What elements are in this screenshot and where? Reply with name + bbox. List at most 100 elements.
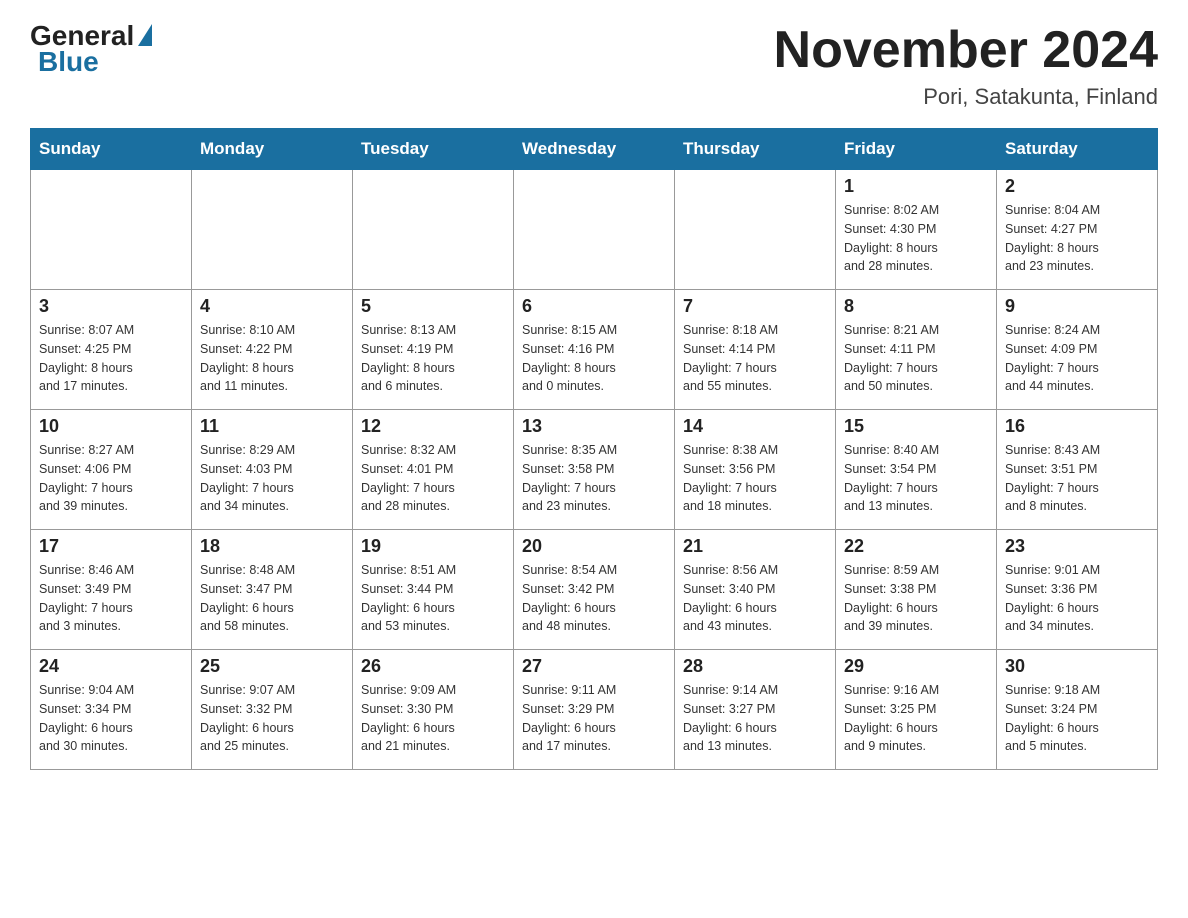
calendar-cell: 26 Sunrise: 9:09 AM Sunset: 3:30 PM Dayli… <box>353 650 514 770</box>
calendar-cell: 19 Sunrise: 8:51 AM Sunset: 3:44 PM Dayli… <box>353 530 514 650</box>
day-number: 5 <box>361 296 505 317</box>
calendar-cell: 1Sunrise: 8:02 AM Sunset: 4:30 PM Daylig… <box>836 170 997 290</box>
calendar-cell: 20 Sunrise: 8:54 AM Sunset: 3:42 PM Dayli… <box>514 530 675 650</box>
day-number: 7 <box>683 296 827 317</box>
day-number: 21 <box>683 536 827 557</box>
day-number: 28 <box>683 656 827 677</box>
logo-blue: Blue <box>38 46 99 78</box>
day-number: 25 <box>200 656 344 677</box>
day-info: Sunrise: 8:04 AM Sunset: 4:27 PM Dayligh… <box>1005 201 1149 276</box>
day-number: 27 <box>522 656 666 677</box>
day-info: Sunrise: 8:51 AM Sunset: 3:44 PM Dayligh… <box>361 561 505 636</box>
calendar-cell: 25 Sunrise: 9:07 AM Sunset: 3:32 PM Dayli… <box>192 650 353 770</box>
day-number: 18 <box>200 536 344 557</box>
calendar-cell: 14 Sunrise: 8:38 AM Sunset: 3:56 PM Dayli… <box>675 410 836 530</box>
calendar-cell: 30 Sunrise: 9:18 AM Sunset: 3:24 PM Dayli… <box>997 650 1158 770</box>
calendar-cell: 8 Sunrise: 8:21 AM Sunset: 4:11 PM Daylig… <box>836 290 997 410</box>
day-info: Sunrise: 8:38 AM Sunset: 3:56 PM Dayligh… <box>683 441 827 516</box>
calendar-cell: 10 Sunrise: 8:27 AM Sunset: 4:06 PM Dayli… <box>31 410 192 530</box>
day-number: 15 <box>844 416 988 437</box>
col-header-tuesday: Tuesday <box>353 129 514 170</box>
calendar-cell: 24 Sunrise: 9:04 AM Sunset: 3:34 PM Dayli… <box>31 650 192 770</box>
calendar-cell: 21 Sunrise: 8:56 AM Sunset: 3:40 PM Dayli… <box>675 530 836 650</box>
day-info: Sunrise: 8:32 AM Sunset: 4:01 PM Dayligh… <box>361 441 505 516</box>
day-number: 16 <box>1005 416 1149 437</box>
day-info: Sunrise: 8:27 AM Sunset: 4:06 PM Dayligh… <box>39 441 183 516</box>
day-info: Sunrise: 8:07 AM Sunset: 4:25 PM Dayligh… <box>39 321 183 396</box>
day-info: Sunrise: 8:46 AM Sunset: 3:49 PM Dayligh… <box>39 561 183 636</box>
day-info: Sunrise: 8:59 AM Sunset: 3:38 PM Dayligh… <box>844 561 988 636</box>
day-number: 2 <box>1005 176 1149 197</box>
day-info: Sunrise: 9:09 AM Sunset: 3:30 PM Dayligh… <box>361 681 505 756</box>
day-number: 26 <box>361 656 505 677</box>
day-number: 23 <box>1005 536 1149 557</box>
day-number: 29 <box>844 656 988 677</box>
day-info: Sunrise: 9:18 AM Sunset: 3:24 PM Dayligh… <box>1005 681 1149 756</box>
day-number: 13 <box>522 416 666 437</box>
day-info: Sunrise: 8:29 AM Sunset: 4:03 PM Dayligh… <box>200 441 344 516</box>
day-info: Sunrise: 8:21 AM Sunset: 4:11 PM Dayligh… <box>844 321 988 396</box>
day-number: 11 <box>200 416 344 437</box>
day-info: Sunrise: 9:01 AM Sunset: 3:36 PM Dayligh… <box>1005 561 1149 636</box>
day-number: 22 <box>844 536 988 557</box>
calendar-cell: 7Sunrise: 8:18 AM Sunset: 4:14 PM Daylig… <box>675 290 836 410</box>
week-row-2: 3 Sunrise: 8:07 AM Sunset: 4:25 PM Daylig… <box>31 290 1158 410</box>
day-info: Sunrise: 9:04 AM Sunset: 3:34 PM Dayligh… <box>39 681 183 756</box>
week-row-3: 10 Sunrise: 8:27 AM Sunset: 4:06 PM Dayli… <box>31 410 1158 530</box>
day-number: 3 <box>39 296 183 317</box>
day-info: Sunrise: 8:35 AM Sunset: 3:58 PM Dayligh… <box>522 441 666 516</box>
title-section: November 2024 Pori, Satakunta, Finland <box>774 20 1158 110</box>
calendar-cell: 3 Sunrise: 8:07 AM Sunset: 4:25 PM Daylig… <box>31 290 192 410</box>
col-header-monday: Monday <box>192 129 353 170</box>
day-info: Sunrise: 8:43 AM Sunset: 3:51 PM Dayligh… <box>1005 441 1149 516</box>
calendar-header-row: SundayMondayTuesdayWednesdayThursdayFrid… <box>31 129 1158 170</box>
week-row-4: 17 Sunrise: 8:46 AM Sunset: 3:49 PM Dayli… <box>31 530 1158 650</box>
week-row-5: 24 Sunrise: 9:04 AM Sunset: 3:34 PM Dayli… <box>31 650 1158 770</box>
day-number: 9 <box>1005 296 1149 317</box>
calendar-cell <box>192 170 353 290</box>
day-info: Sunrise: 8:13 AM Sunset: 4:19 PM Dayligh… <box>361 321 505 396</box>
calendar-cell: 13 Sunrise: 8:35 AM Sunset: 3:58 PM Dayli… <box>514 410 675 530</box>
calendar-cell <box>353 170 514 290</box>
day-number: 8 <box>844 296 988 317</box>
week-row-1: 1Sunrise: 8:02 AM Sunset: 4:30 PM Daylig… <box>31 170 1158 290</box>
day-number: 24 <box>39 656 183 677</box>
calendar-table: SundayMondayTuesdayWednesdayThursdayFrid… <box>30 128 1158 770</box>
calendar-cell <box>514 170 675 290</box>
day-info: Sunrise: 9:11 AM Sunset: 3:29 PM Dayligh… <box>522 681 666 756</box>
month-title: November 2024 <box>774 20 1158 80</box>
day-number: 20 <box>522 536 666 557</box>
calendar-cell: 27 Sunrise: 9:11 AM Sunset: 3:29 PM Dayli… <box>514 650 675 770</box>
calendar-cell: 29 Sunrise: 9:16 AM Sunset: 3:25 PM Dayli… <box>836 650 997 770</box>
calendar-cell: 2 Sunrise: 8:04 AM Sunset: 4:27 PM Daylig… <box>997 170 1158 290</box>
day-info: Sunrise: 8:10 AM Sunset: 4:22 PM Dayligh… <box>200 321 344 396</box>
day-number: 19 <box>361 536 505 557</box>
calendar-cell: 12 Sunrise: 8:32 AM Sunset: 4:01 PM Dayli… <box>353 410 514 530</box>
day-number: 1 <box>844 176 988 197</box>
day-info: Sunrise: 9:07 AM Sunset: 3:32 PM Dayligh… <box>200 681 344 756</box>
col-header-thursday: Thursday <box>675 129 836 170</box>
col-header-sunday: Sunday <box>31 129 192 170</box>
day-number: 14 <box>683 416 827 437</box>
day-info: Sunrise: 9:16 AM Sunset: 3:25 PM Dayligh… <box>844 681 988 756</box>
calendar-cell <box>675 170 836 290</box>
day-number: 4 <box>200 296 344 317</box>
col-header-wednesday: Wednesday <box>514 129 675 170</box>
day-info: Sunrise: 8:24 AM Sunset: 4:09 PM Dayligh… <box>1005 321 1149 396</box>
calendar-cell: 6 Sunrise: 8:15 AM Sunset: 4:16 PM Daylig… <box>514 290 675 410</box>
calendar-cell: 9 Sunrise: 8:24 AM Sunset: 4:09 PM Daylig… <box>997 290 1158 410</box>
day-info: Sunrise: 8:15 AM Sunset: 4:16 PM Dayligh… <box>522 321 666 396</box>
day-info: Sunrise: 8:56 AM Sunset: 3:40 PM Dayligh… <box>683 561 827 636</box>
day-number: 10 <box>39 416 183 437</box>
day-number: 12 <box>361 416 505 437</box>
col-header-saturday: Saturday <box>997 129 1158 170</box>
calendar-cell: 15Sunrise: 8:40 AM Sunset: 3:54 PM Dayli… <box>836 410 997 530</box>
calendar-cell <box>31 170 192 290</box>
calendar-cell: 18Sunrise: 8:48 AM Sunset: 3:47 PM Dayli… <box>192 530 353 650</box>
calendar-cell: 28Sunrise: 9:14 AM Sunset: 3:27 PM Dayli… <box>675 650 836 770</box>
day-number: 6 <box>522 296 666 317</box>
page-header: General Blue November 2024 Pori, Satakun… <box>30 20 1158 110</box>
day-number: 30 <box>1005 656 1149 677</box>
day-number: 17 <box>39 536 183 557</box>
day-info: Sunrise: 8:54 AM Sunset: 3:42 PM Dayligh… <box>522 561 666 636</box>
